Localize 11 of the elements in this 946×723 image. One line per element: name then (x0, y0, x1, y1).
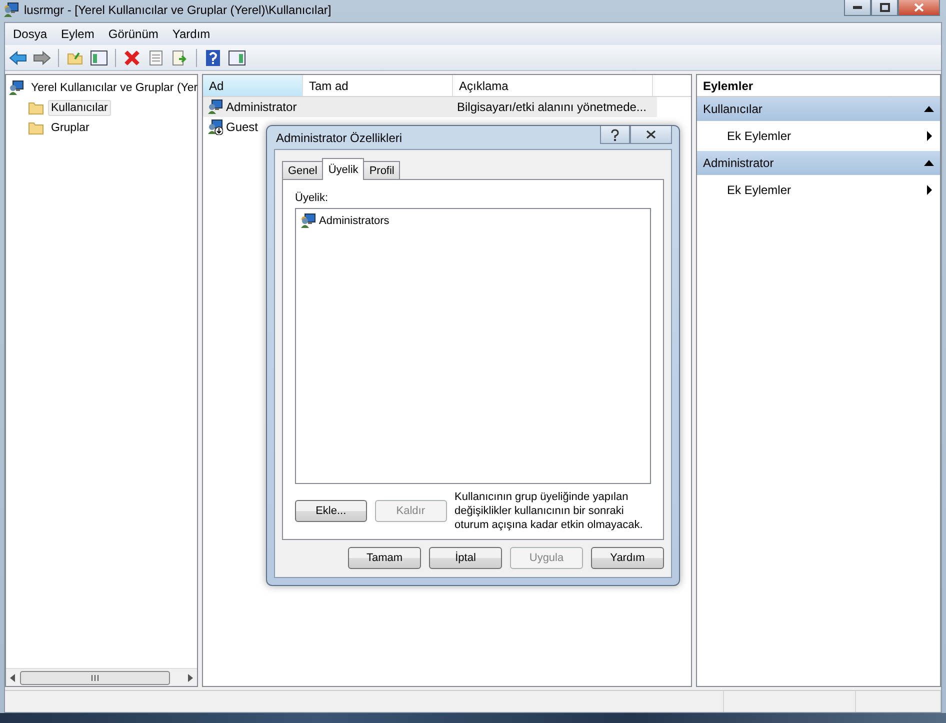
dialog-title: Administrator Özellikleri (276, 130, 402, 144)
membership-label: Üyelik: (295, 192, 330, 204)
user-name: Guest (226, 120, 258, 134)
section-title: Administrator (703, 156, 774, 170)
section-title: Kullanıcılar (703, 102, 762, 116)
membership-note: Kullanıcının grup üyeliğinde yapılan değişiklikler kullanıcının bir sonraki oturum açışına kadar etkin olmayacak. (454, 490, 644, 532)
action-label: Ek Eylemler (727, 183, 792, 197)
action-label: Ek Eylemler (727, 129, 792, 143)
user-description: Bilgisayarı/etki alanını yönetmede... (457, 100, 646, 114)
window-title: lusrmgr - [Yerel Kullanıcılar ve Gruplar (Yerel)\Kullanıcılar] (24, 3, 332, 17)
user-name: Administrator (226, 100, 297, 114)
